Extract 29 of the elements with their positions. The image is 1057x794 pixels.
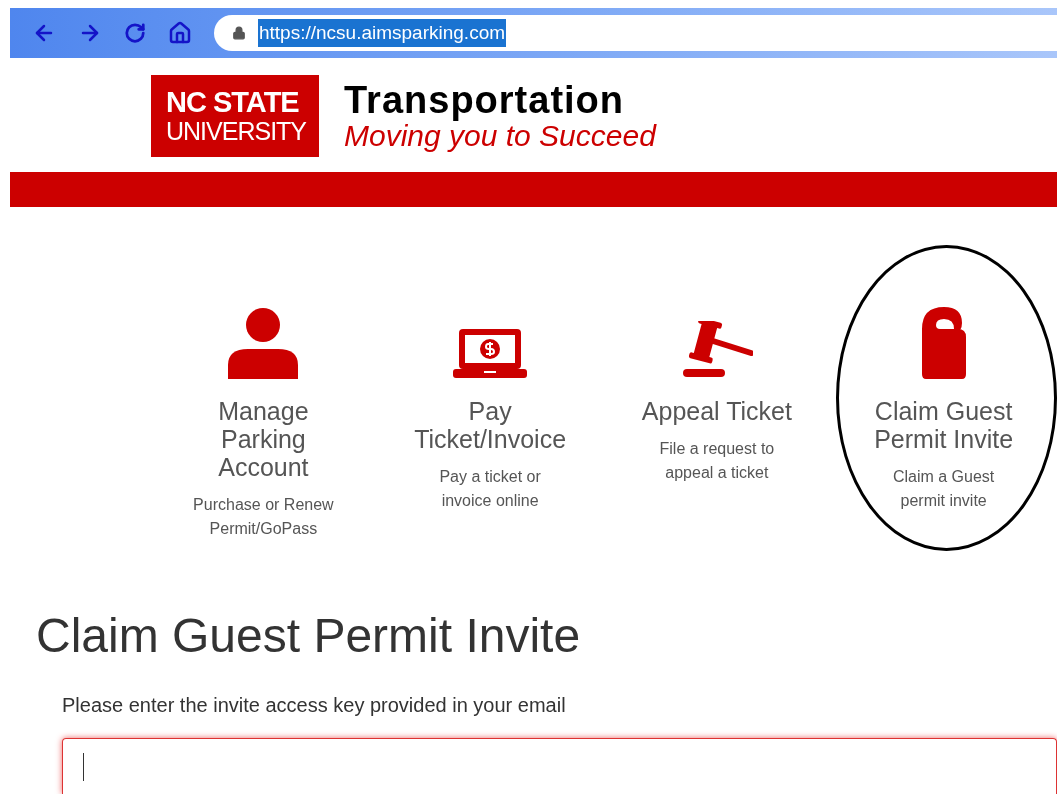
text-cursor [83,752,84,781]
access-key-field[interactable] [62,738,1057,794]
service-description: File a request to appeal a ticket [658,439,776,483]
page-heading: Claim Guest Permit Invite [36,612,582,660]
reload-icon[interactable] [124,22,146,44]
service-link[interactable]: Manage Parking Account Purchase or Renew Permit/GoPass [178,305,349,541]
lock-icon [232,26,246,40]
site-title: Transportation [344,81,626,119]
url-text: https://ncsu.aimsparking.com [258,18,507,48]
service-description: Pay a ticket or invoice online [438,467,542,511]
gavel-icon [680,321,753,379]
laptop-dollar-icon [453,327,528,379]
service-link[interactable]: Pay Ticket/Invoice Pay a ticket or invoice online [405,305,576,513]
service-title[interactable]: Manage Parking Account [178,397,349,481]
door-hanger-icon [921,307,966,379]
home-icon[interactable] [168,21,192,45]
site-tagline: Moving you to Succeed [344,121,656,151]
person-icon [226,307,301,379]
address-bar[interactable]: https://ncsu.aimsparking.com [214,15,1057,51]
service-title[interactable]: Appeal Ticket [631,397,802,425]
service-description: Purchase or Renew Permit/GoPass [192,495,335,539]
logo-text: NC STATE [166,88,300,117]
service-link[interactable]: Claim Guest Permit Invite Claim a Guest permit invite [858,305,1029,513]
service-title[interactable]: Claim Guest Permit Invite [858,397,1029,453]
service-title[interactable]: Pay Ticket/Invoice [405,397,576,453]
field-label: Please enter the invite access key provided in your email [62,693,567,718]
service-link[interactable]: Appeal Ticket File a request to appeal a ticket [631,305,802,485]
logo-text: UNIVERSITY [166,119,308,144]
service-description: Claim a Guest permit invite [891,467,996,511]
